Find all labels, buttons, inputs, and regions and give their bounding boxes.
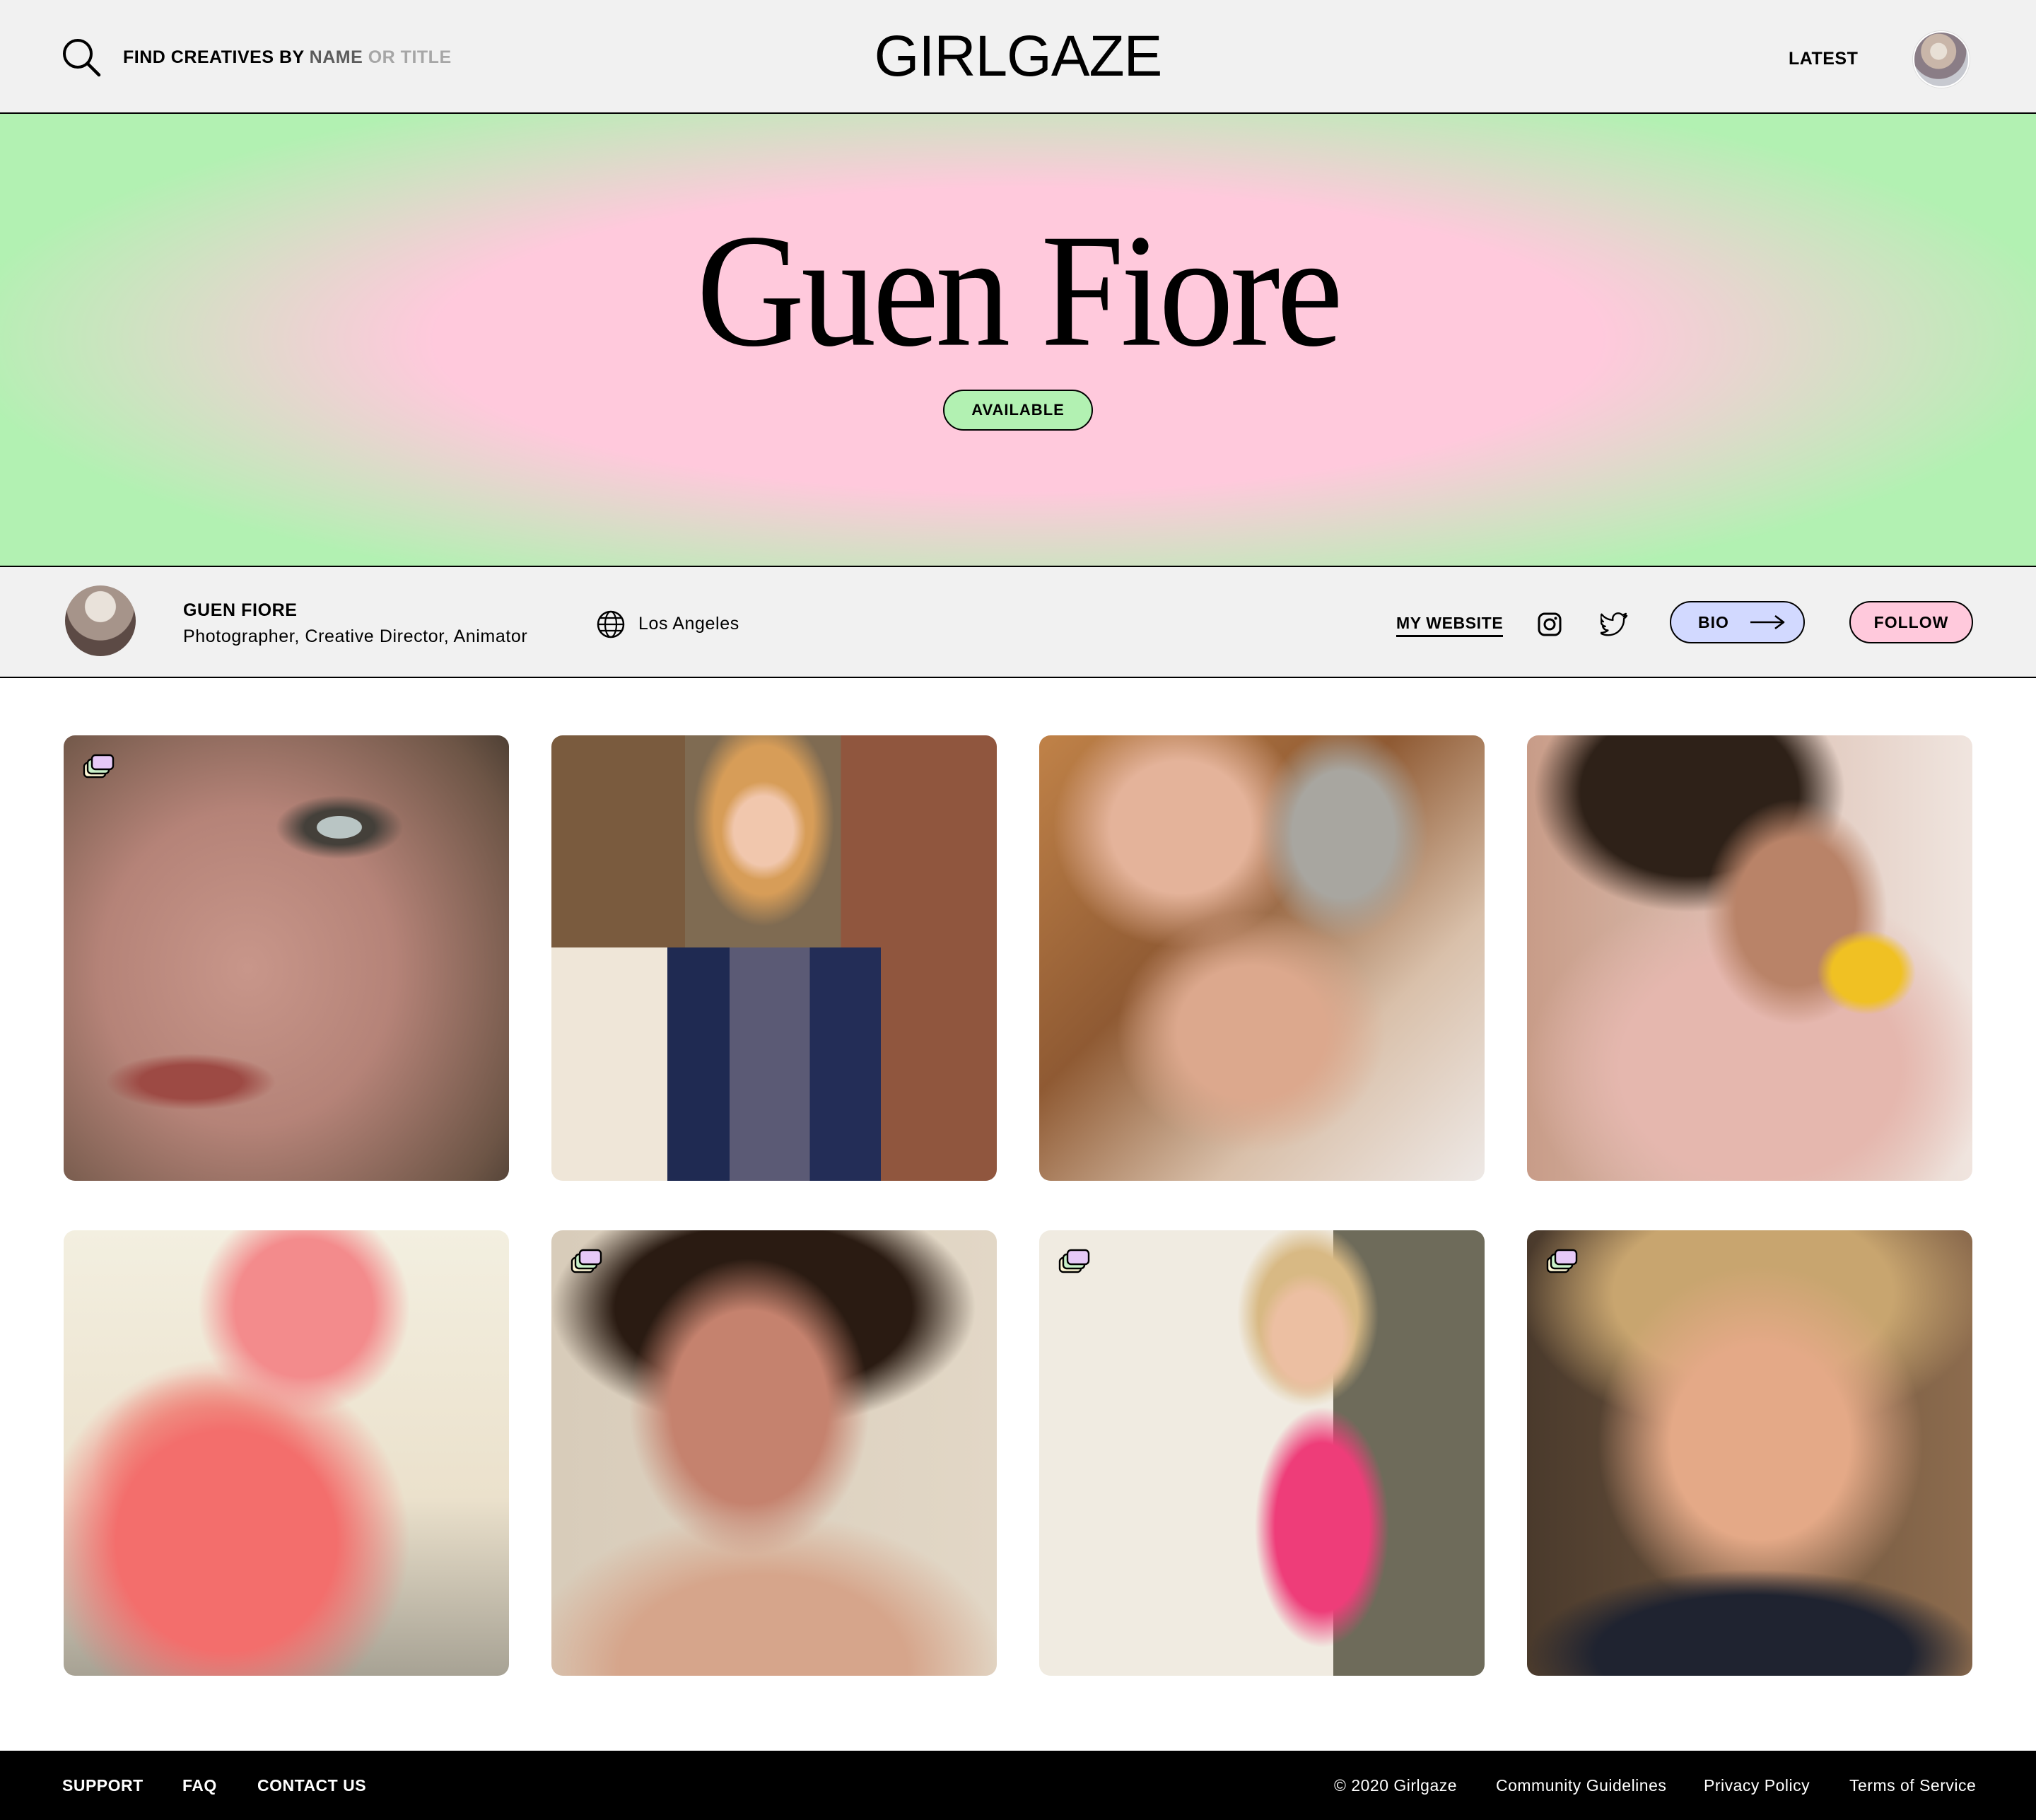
- multi-image-icon: [83, 754, 115, 778]
- footer-support-link[interactable]: SUPPORT: [62, 1773, 144, 1797]
- gallery-item[interactable]: [551, 735, 997, 1181]
- user-avatar[interactable]: [1913, 31, 1970, 88]
- follow-button[interactable]: FOLLOW: [1849, 601, 1973, 643]
- gallery-item[interactable]: [64, 735, 509, 1181]
- profile-location: Los Angeles: [638, 614, 739, 634]
- site-footer: SUPPORT FAQ CONTACT US © 2020 Girlgaze C…: [0, 1751, 2036, 1820]
- gallery-item[interactable]: [1039, 735, 1485, 1181]
- profile-roles: Photographer, Creative Director, Animato…: [183, 626, 528, 646]
- footer-contact-link[interactable]: CONTACT US: [257, 1773, 366, 1797]
- profile-hero: Guen Fiore AVAILABLE: [0, 114, 2036, 567]
- footer-guidelines-link[interactable]: Community Guidelines: [1496, 1773, 1666, 1797]
- gallery-item[interactable]: [1039, 1230, 1485, 1676]
- footer-faq-link[interactable]: FAQ: [182, 1773, 217, 1797]
- my-website-link[interactable]: MY WEBSITE: [1396, 611, 1504, 637]
- globe-icon: [597, 610, 625, 638]
- gallery-item[interactable]: [1527, 735, 1972, 1181]
- profile-avatar: [65, 585, 136, 656]
- gallery-item[interactable]: [551, 1230, 997, 1676]
- multi-image-icon: [1058, 1249, 1090, 1273]
- footer-privacy-link[interactable]: Privacy Policy: [1704, 1773, 1810, 1797]
- gallery-item[interactable]: [1527, 1230, 1972, 1676]
- twitter-icon[interactable]: [1601, 612, 1629, 637]
- top-navigation: FIND CREATIVES BY NAME OR TITLE GIRLGAZE…: [0, 0, 2036, 114]
- multi-image-icon: [571, 1249, 602, 1273]
- profile-name: GUEN FIORE: [183, 600, 298, 620]
- nav-latest-link[interactable]: LATEST: [1789, 47, 1858, 71]
- footer-terms-link[interactable]: Terms of Service: [1849, 1773, 1976, 1797]
- creative-name-heading: Guen Fiore: [696, 200, 1343, 380]
- gallery-item[interactable]: [64, 1230, 509, 1676]
- profile-info-bar: GUEN FIORE Photographer, Creative Direct…: [0, 567, 2036, 678]
- site-logo[interactable]: GIRLGAZE: [0, 21, 2036, 92]
- footer-copyright: © 2020 Girlgaze: [1334, 1776, 1458, 1795]
- multi-image-icon: [1546, 1249, 1578, 1273]
- bio-button-label: BIO: [1698, 612, 1729, 631]
- bio-button[interactable]: BIO: [1670, 601, 1805, 643]
- availability-badge: AVAILABLE: [943, 390, 1093, 431]
- arrow-right-icon: [1750, 614, 1785, 630]
- instagram-icon[interactable]: [1537, 612, 1562, 637]
